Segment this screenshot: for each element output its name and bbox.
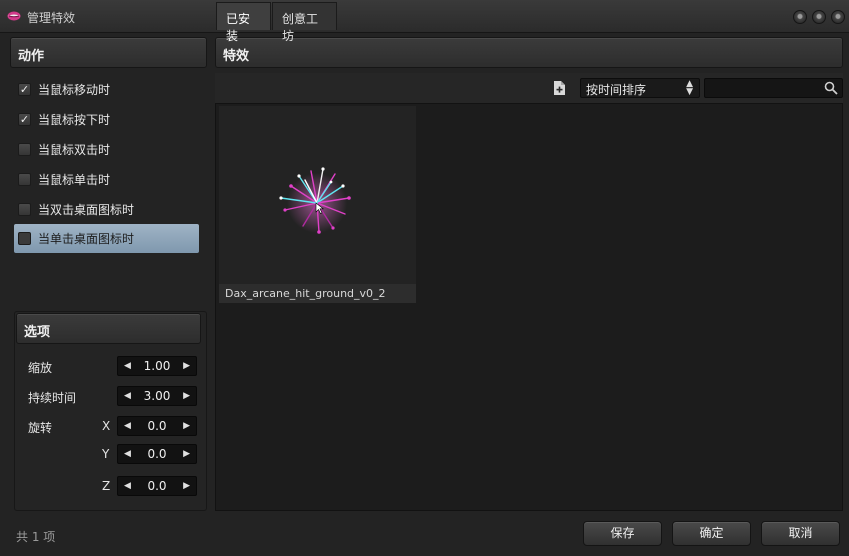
decrement-icon[interactable]: ◀ — [124, 421, 131, 431]
effects-header-label: 特效 — [223, 49, 250, 64]
increment-icon[interactable]: ▶ — [183, 449, 190, 459]
decrement-icon[interactable]: ◀ — [124, 481, 131, 491]
duration-label: 持续时间 — [28, 391, 77, 405]
search-icon[interactable] — [824, 81, 838, 95]
sort-select[interactable]: 按时间排序 ▲ ▼ — [580, 78, 700, 98]
rotation-z-stepper[interactable]: ◀ 0.0 ▶ — [117, 476, 197, 496]
save-button[interactable]: 保存 — [583, 521, 662, 546]
checkbox[interactable] — [18, 232, 31, 245]
sort-select-value: 按时间排序 — [586, 83, 647, 97]
increment-icon[interactable]: ▶ — [183, 481, 190, 491]
options-header: 选项 — [16, 313, 201, 344]
duration-value[interactable]: 3.00 — [144, 389, 171, 403]
scale-value[interactable]: 1.00 — [144, 359, 171, 373]
action-label: 当鼠标按下时 — [38, 112, 111, 127]
rotation-x-stepper[interactable]: ◀ 0.0 ▶ — [117, 416, 197, 436]
decrement-icon[interactable]: ◀ — [124, 449, 131, 459]
tab-installed[interactable]: 已安装 — [216, 2, 271, 43]
rotation-y-label: Y — [102, 447, 110, 461]
minimize-icon[interactable] — [793, 10, 807, 24]
effect-card[interactable] — [219, 106, 416, 303]
cancel-button[interactable]: 取消 — [761, 521, 840, 546]
action-mouse-move[interactable]: ✓ 当鼠标移动时 — [14, 75, 199, 103]
search-input[interactable] — [704, 78, 843, 98]
increment-icon[interactable]: ▶ — [183, 421, 190, 431]
checkbox[interactable] — [18, 172, 31, 186]
rotation-y-stepper[interactable]: ◀ 0.0 ▶ — [117, 444, 197, 464]
action-mouse-click[interactable]: 当鼠标单击时 — [14, 165, 199, 193]
close-icon[interactable] — [831, 10, 845, 24]
effect-thumbnail — [279, 167, 351, 234]
checkbox[interactable] — [18, 202, 31, 216]
increment-icon[interactable]: ▶ — [183, 361, 190, 371]
maximize-icon[interactable] — [812, 10, 826, 24]
new-file-icon[interactable] — [553, 80, 566, 96]
window-title: 管理特效 — [27, 11, 76, 25]
app-logo-icon — [7, 11, 21, 21]
rotation-y-value[interactable]: 0.0 — [147, 447, 166, 461]
effects-header: 特效 — [215, 37, 843, 68]
rotation-x-label: X — [102, 419, 111, 433]
checkbox-checked[interactable]: ✓ — [18, 112, 31, 126]
actions-header: 动作 — [10, 37, 207, 68]
ok-button[interactable]: 确定 — [672, 521, 751, 546]
rotation-z-label: Z — [102, 479, 111, 493]
effect-card-name: Dax_arcane_hit_ground_v0_2 — [219, 284, 416, 303]
action-desktop-icon-click[interactable]: 当单击桌面图标时 — [14, 224, 199, 253]
rotation-label: 旋转 — [28, 421, 53, 435]
duration-stepper[interactable]: ◀ 3.00 ▶ — [117, 386, 197, 406]
actions-header-label: 动作 — [18, 49, 45, 64]
checkbox-checked[interactable]: ✓ — [18, 82, 31, 96]
action-mouse-double-click[interactable]: 当鼠标双击时 — [14, 135, 199, 163]
action-mouse-down[interactable]: ✓ 当鼠标按下时 — [14, 105, 199, 133]
action-label: 当双击桌面图标时 — [38, 202, 135, 217]
item-count: 共 1 项 — [16, 530, 56, 544]
rotation-z-value[interactable]: 0.0 — [147, 479, 166, 493]
increment-icon[interactable]: ▶ — [183, 391, 190, 401]
action-label: 当单击桌面图标时 — [38, 232, 135, 246]
action-label: 当鼠标移动时 — [38, 82, 111, 97]
scale-label: 缩放 — [28, 361, 53, 375]
action-label: 当鼠标单击时 — [38, 172, 111, 187]
tab-workshop[interactable]: 创意工坊 — [272, 2, 337, 43]
updown-arrows-icon: ▲ ▼ — [686, 79, 693, 97]
decrement-icon[interactable]: ◀ — [124, 361, 131, 371]
scale-stepper[interactable]: ◀ 1.00 ▶ — [117, 356, 197, 376]
rotation-x-value[interactable]: 0.0 — [147, 419, 166, 433]
decrement-icon[interactable]: ◀ — [124, 391, 131, 401]
options-header-label: 选项 — [24, 325, 51, 340]
checkbox[interactable] — [18, 142, 31, 156]
title-bar: 管理特效 — [0, 0, 849, 33]
action-label: 当鼠标双击时 — [38, 142, 111, 157]
action-desktop-icon-double-click[interactable]: 当双击桌面图标时 — [14, 195, 199, 223]
